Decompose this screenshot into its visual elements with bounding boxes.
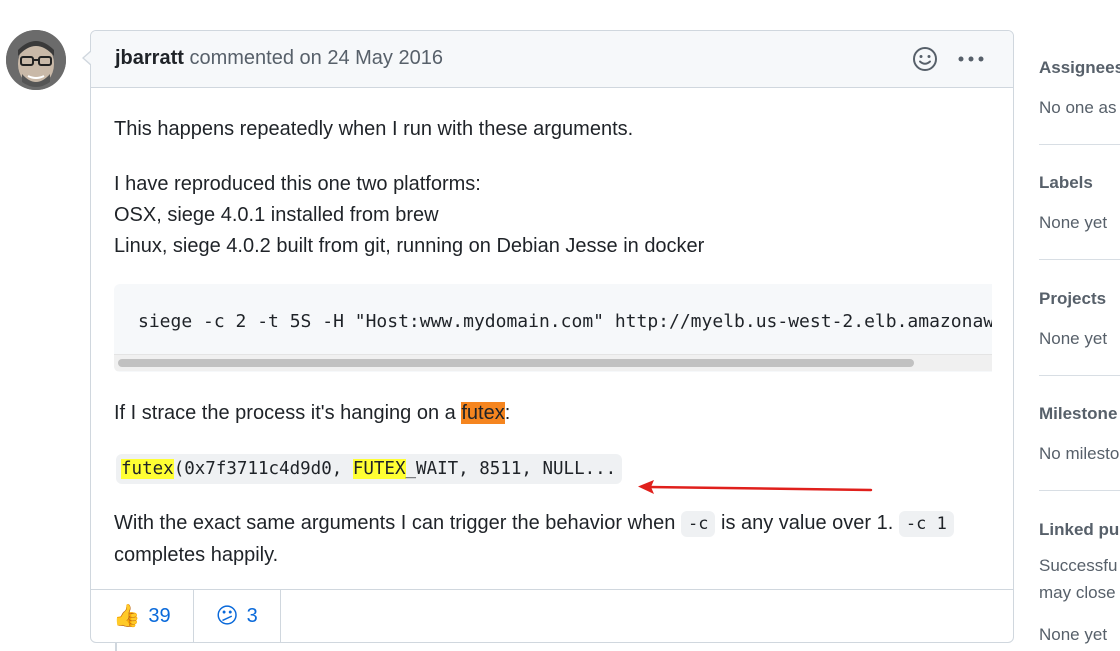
add-reaction-smiley-icon[interactable] <box>911 45 939 73</box>
reaction-count: 3 <box>246 604 258 627</box>
sidebar-title[interactable]: Milestone <box>1039 404 1120 424</box>
strace-output-code: futex(0x7f3711c4d9d0, FUTEX_WAIT, 8511, … <box>116 454 623 484</box>
issue-sidebar: Assignees No one as Labels None yet Proj… <box>1039 0 1120 651</box>
red-arrow-annotation <box>638 480 873 494</box>
sidebar-title[interactable]: Assignees <box>1039 58 1120 78</box>
strace-args-1: (0x7f3711c4d9d0, <box>173 459 353 479</box>
code-block: siege -c 2 -t 5S -H "Host:www.mydomain.c… <box>114 284 992 372</box>
comment-actions <box>911 45 985 73</box>
sidebar-title[interactable]: Projects <box>1039 289 1120 309</box>
comment-header-text: jbarratt commented on 24 May 2016 <box>115 47 443 70</box>
paragraph-2-line-1: I have reproduced this one two platforms… <box>114 173 481 195</box>
sidebar-milestone[interactable]: Milestone No milesto <box>1039 404 1120 467</box>
avatar[interactable] <box>6 30 66 90</box>
reaction-confused-button[interactable]: 😕 3 <box>194 590 281 642</box>
paragraph-3-prefix: If I strace the process it's hanging on … <box>114 402 462 424</box>
sidebar-divider <box>1039 259 1120 260</box>
paragraph-2-line-3: Linux, siege 4.0.2 built from git, runni… <box>114 235 705 257</box>
sidebar-assignees[interactable]: Assignees No one as <box>1039 58 1120 121</box>
inline-code-c1: -c 1 <box>898 511 954 537</box>
thumbs-up-icon: 👍 <box>113 603 141 628</box>
comment-header: jbarratt commented on 24 May 2016 <box>91 31 1013 88</box>
more-options-kebab-icon[interactable] <box>957 45 985 73</box>
paragraph-1: This happens repeatedly when I run with … <box>114 118 634 140</box>
paragraph-3-suffix: : <box>504 402 511 424</box>
strace-args-2: _WAIT, 8511, NULL... <box>405 459 617 479</box>
sidebar-linked-pull-requests[interactable]: Linked pu Successfu may close None yet <box>1039 520 1120 648</box>
timeline-line <box>115 643 117 651</box>
reaction-thumbs-up-button[interactable]: 👍 39 <box>91 590 194 642</box>
comment-caret-fill <box>84 51 92 65</box>
sidebar-value: None yet <box>1039 329 1108 348</box>
paragraph-3: If I strace the process it's hanging on … <box>114 398 510 429</box>
paragraph-4-after: completes happily. <box>114 544 279 566</box>
sidebar-title[interactable]: Labels <box>1039 173 1120 193</box>
sidebar-divider <box>1039 144 1120 145</box>
highlight-futex-upper: FUTEX <box>352 459 406 479</box>
reaction-count: 39 <box>148 604 171 627</box>
paragraph-2-line-2: OSX, siege 4.0.1 installed from brew <box>114 204 439 226</box>
paragraph-4-before: With the exact same arguments I can trig… <box>114 512 681 534</box>
author-link[interactable]: jbarratt <box>115 47 184 69</box>
sidebar-description: Successfu may close <box>1039 552 1120 606</box>
sidebar-labels[interactable]: Labels None yet <box>1039 173 1120 236</box>
sidebar-value: None yet <box>1039 625 1108 644</box>
sidebar-title[interactable]: Linked pu <box>1039 520 1120 540</box>
highlight-futex: futex <box>461 402 505 424</box>
highlight-futex-code: futex <box>121 459 174 479</box>
sidebar-value: No one as <box>1039 98 1117 117</box>
reactions-bar: 👍 39 😕 3 <box>91 589 1013 642</box>
comment-box: jbarratt commented on 24 May 2016 This h… <box>90 30 1014 643</box>
inline-code-c: -c <box>680 511 716 537</box>
sidebar-description-line: Successfu <box>1039 556 1118 575</box>
sidebar-divider <box>1039 490 1120 491</box>
sidebar-value: No milesto <box>1039 444 1120 463</box>
paragraph-2: I have reproduced this one two platforms… <box>114 169 704 262</box>
paragraph-4-middle: is any value over 1. <box>715 512 899 534</box>
sidebar-projects[interactable]: Projects None yet <box>1039 289 1120 352</box>
sidebar-value: None yet <box>1039 213 1108 232</box>
scrollbar-thumb[interactable] <box>118 359 914 367</box>
sidebar-description-line: may close <box>1039 583 1116 602</box>
paragraph-4: With the exact same arguments I can trig… <box>114 508 992 571</box>
code-block-scrollbar[interactable] <box>114 354 992 371</box>
code-block-text: siege -c 2 -t 5S -H "Host:www.mydomain.c… <box>138 311 992 332</box>
comment-timestamp[interactable]: commented on 24 May 2016 <box>184 47 443 69</box>
confused-face-icon: 😕 <box>215 603 239 628</box>
sidebar-divider <box>1039 375 1120 376</box>
